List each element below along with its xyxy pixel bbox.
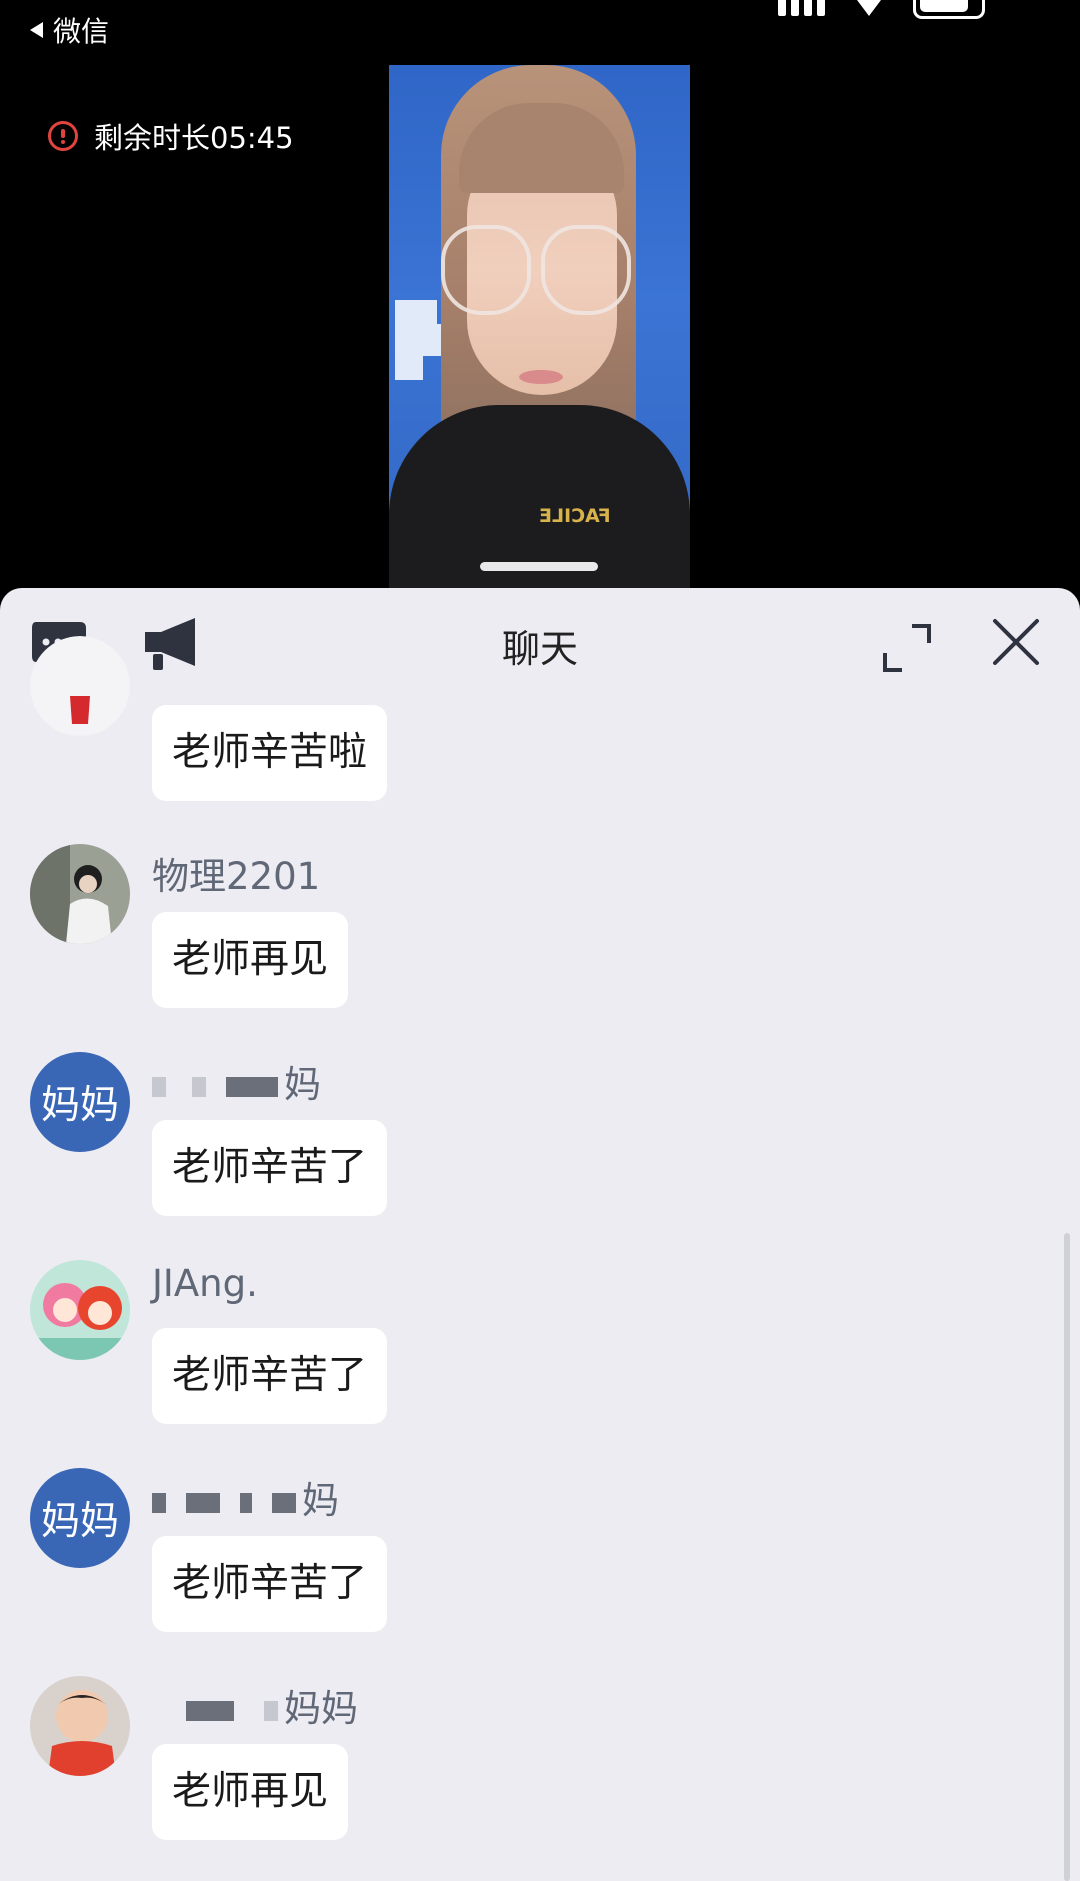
redaction-mask — [152, 1492, 166, 1513]
close-button[interactable] — [992, 618, 1040, 670]
back-to-wechat[interactable]: 微信 — [30, 10, 109, 50]
wifi-icon — [851, 0, 887, 18]
sender-name: 妈 — [152, 1470, 339, 1524]
chat-panel: 聊天 老师辛苦啦 物理2201 老师再见 妈妈 妈 老师辛苦了 JIAng. 老… — [0, 588, 1080, 1881]
sender-name: 物理2201 — [152, 855, 321, 898]
redaction-mask — [226, 1076, 278, 1097]
remaining-time-text: 剩余时长05:45 — [94, 121, 294, 155]
battery-icon — [913, 0, 985, 19]
video-glasses-left — [441, 225, 531, 315]
avatar[interactable]: 妈妈 — [30, 1052, 130, 1152]
redaction-mask — [192, 1076, 206, 1097]
message-list[interactable]: 老师辛苦啦 物理2201 老师再见 妈妈 妈 老师辛苦了 JIAng. 老师辛苦… — [0, 636, 1080, 1881]
redaction-mask — [152, 1076, 166, 1097]
redaction-mask — [264, 1700, 278, 1721]
message-bubble[interactable]: 老师辛苦了 — [152, 1328, 388, 1424]
message-bubble[interactable]: 老师辛苦啦 — [152, 705, 388, 801]
video-glasses-right — [541, 225, 631, 315]
status-icons — [778, 0, 985, 19]
redaction-mask — [272, 1492, 296, 1513]
expand-button[interactable] — [882, 623, 932, 677]
video-drag-handle[interactable] — [480, 562, 598, 571]
signal-icon — [778, 0, 825, 16]
avatar[interactable] — [30, 636, 130, 736]
chat-header: 聊天 — [0, 588, 1080, 704]
shirt-logo: FACILE — [539, 505, 611, 527]
teacher-video[interactable]: FACILE — [389, 65, 690, 590]
redaction-mask — [186, 1492, 220, 1513]
avatar[interactable] — [30, 1676, 130, 1776]
avatar-text: 妈妈 — [40, 1499, 119, 1544]
close-icon — [993, 619, 1039, 665]
remaining-time: 剩余时长05:45 — [48, 115, 294, 157]
back-label: 微信 — [53, 15, 110, 48]
fullscreen-icon — [883, 624, 931, 672]
message-bubble[interactable]: 老师再见 — [152, 912, 349, 1008]
sender-name-visible: 妈 — [284, 1063, 321, 1106]
message-bubble[interactable]: 老师再见 — [152, 1744, 349, 1840]
message-bubble[interactable]: 老师辛苦了 — [152, 1120, 388, 1216]
back-arrow-icon — [30, 22, 43, 38]
sender-name: 妈妈 — [152, 1678, 358, 1732]
sender-name: JIAng. — [152, 1262, 258, 1305]
sender-name: 妈 — [152, 1054, 321, 1108]
avatar[interactable]: 妈妈 — [30, 1468, 130, 1568]
message-bubble[interactable]: 老师辛苦了 — [152, 1536, 388, 1632]
sender-name-visible: 妈妈 — [284, 1687, 358, 1730]
sender-name-visible: 妈 — [302, 1479, 339, 1522]
info-icon — [48, 121, 78, 151]
avatar[interactable] — [30, 844, 130, 944]
redaction-mask — [240, 1492, 252, 1513]
avatar-text: 妈妈 — [40, 1083, 119, 1128]
video-lips — [519, 370, 563, 384]
chat-scrollbar[interactable] — [1064, 1233, 1070, 1881]
redaction-mask — [186, 1700, 234, 1721]
avatar[interactable] — [30, 1260, 130, 1360]
